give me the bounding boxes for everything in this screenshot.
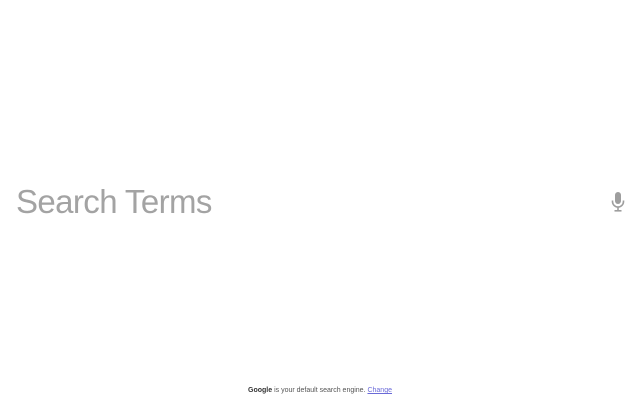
engine-message: is your default search engine.	[272, 387, 368, 394]
search-bar	[16, 178, 630, 226]
new-tab-page: Google is your default search engine. Ch…	[0, 0, 640, 400]
voice-search-button[interactable]	[606, 186, 630, 218]
default-engine-notice: Google is your default search engine. Ch…	[0, 385, 640, 397]
microphone-icon	[611, 192, 625, 212]
engine-name: Google	[248, 387, 273, 394]
search-input[interactable]	[16, 178, 598, 226]
change-engine-link[interactable]: Change	[367, 387, 392, 394]
